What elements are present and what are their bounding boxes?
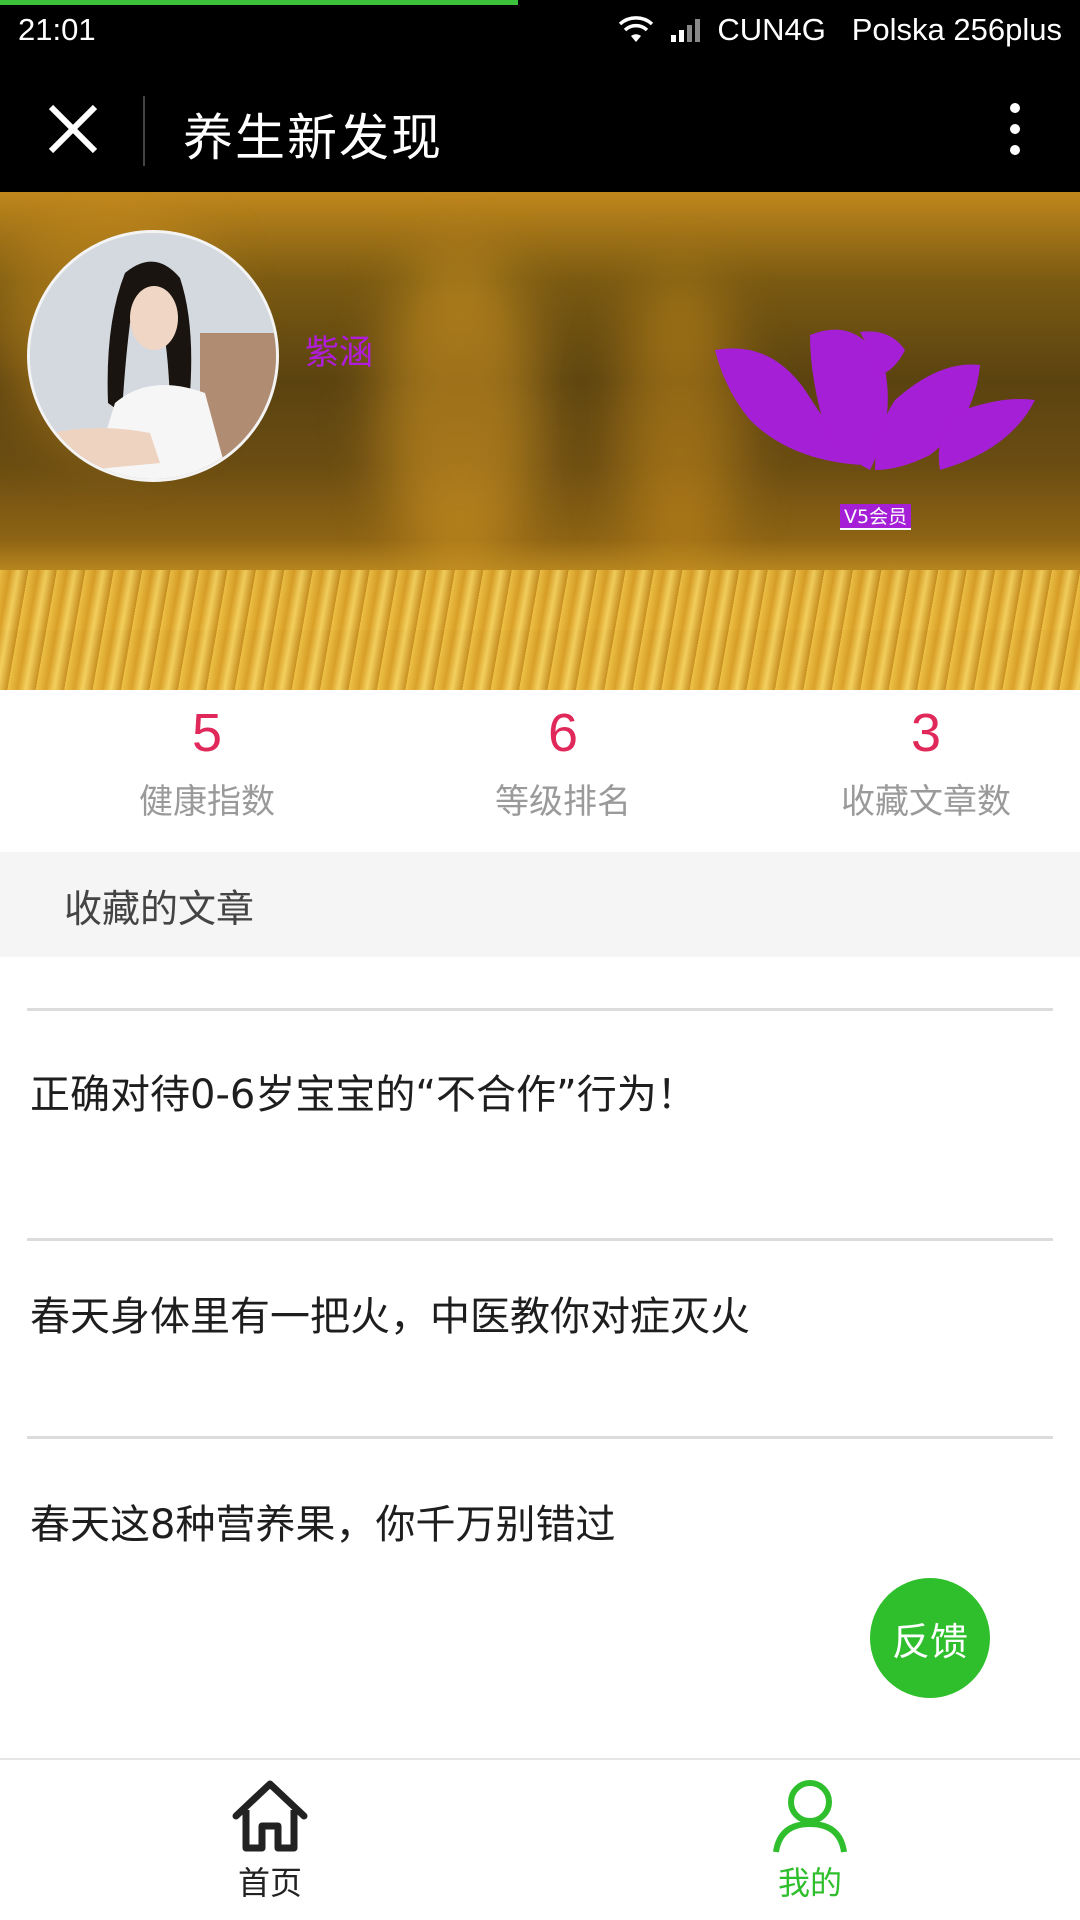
article-title[interactable]: 春天这8种营养果，你千万别错过: [30, 1492, 615, 1550]
lotus-logo-icon: [715, 329, 1035, 470]
section-title: 收藏的文章: [64, 887, 255, 931]
wifi-icon: [617, 15, 655, 45]
avatar-photo: [30, 233, 276, 479]
stat-health-index[interactable]: 5 健康指数: [27, 690, 387, 823]
tab-home[interactable]: 首页: [0, 1760, 540, 1920]
stats-row: 5 健康指数 6 等级排名 3 收藏文章数: [0, 690, 1080, 852]
article-title[interactable]: 正确对待0-6岁宝宝的“不合作”行为！: [30, 1062, 697, 1120]
status-bar: 21:01 CUN4G Polska 256plus: [0, 0, 1080, 62]
close-icon: [48, 104, 98, 154]
stat-label: 等级排名: [495, 782, 631, 822]
status-indicators: CUN4G Polska 256plus: [617, 12, 1062, 48]
page-load-progress: [0, 0, 519, 5]
member-badge: V5会员: [840, 504, 912, 530]
user-name: 紫涵: [305, 333, 373, 373]
tab-label: 我的: [777, 1864, 842, 1902]
status-time: 21:01: [18, 12, 96, 47]
tab-mine[interactable]: 我的: [540, 1760, 1080, 1920]
title-bar: 养生新发现: [0, 62, 1080, 192]
more-button[interactable]: [980, 94, 1050, 164]
stat-level-rank[interactable]: 6 等级排名: [383, 690, 743, 823]
article-title[interactable]: 春天身体里有一把火，中医教你对症灭火: [30, 1284, 750, 1342]
tab-label: 首页: [237, 1864, 302, 1902]
feedback-label: 反馈: [891, 1619, 968, 1664]
stat-value: 3: [910, 703, 942, 763]
stat-value: 5: [191, 703, 223, 763]
signal-icon: [669, 17, 703, 43]
page-title: 养生新发现: [183, 109, 443, 167]
user-icon: [773, 1780, 847, 1853]
section-header: 收藏的文章: [0, 852, 1080, 957]
stat-label: 健康指数: [139, 782, 275, 822]
divider: [27, 1008, 1053, 1011]
tab-bar: 首页 我的: [0, 1758, 1080, 1920]
feedback-button[interactable]: 反馈: [870, 1578, 990, 1698]
title-divider: [143, 96, 145, 166]
divider: [27, 1436, 1053, 1439]
stat-label: 收藏文章数: [841, 782, 1011, 822]
carrier-text: CUN4G Polska 256plus: [717, 12, 1062, 47]
close-button[interactable]: [30, 90, 116, 168]
avatar[interactable]: [27, 230, 279, 482]
stat-value: 6: [547, 703, 579, 763]
home-icon: [232, 1780, 308, 1852]
stat-saved-articles[interactable]: 3 收藏文章数: [746, 690, 1080, 823]
more-vertical-icon: [1010, 103, 1020, 113]
divider: [27, 1238, 1053, 1241]
